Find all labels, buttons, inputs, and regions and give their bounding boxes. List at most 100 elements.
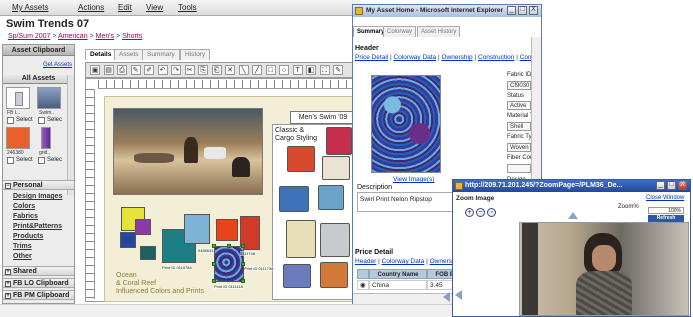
- menu-view[interactable]: View: [146, 3, 163, 12]
- print-icon[interactable]: ⎙: [117, 65, 127, 75]
- menu-my-assets[interactable]: My Assets: [12, 3, 48, 12]
- minimize-button[interactable]: _: [656, 181, 665, 190]
- minimize-button[interactable]: _: [507, 6, 516, 15]
- undo-icon[interactable]: ↶: [157, 65, 168, 75]
- personal-item-products[interactable]: Products: [13, 233, 43, 240]
- zoom-percent-select[interactable]: 100%: [648, 207, 684, 214]
- text-icon[interactable]: T: [292, 65, 303, 75]
- fabric-swirl-image[interactable]: [371, 75, 441, 173]
- zoom-window-titlebar[interactable]: http://209.71.201.245/?ZoomPage=/PLM36_D…: [453, 180, 690, 192]
- refresh-button[interactable]: Refresh: [648, 215, 684, 222]
- breadcrumb-item[interactable]: Shorts: [122, 33, 142, 40]
- close-button[interactable]: X: [529, 6, 538, 15]
- mens-swim-card[interactable]: Men's Swim '09: [290, 111, 356, 124]
- shorts-image[interactable]: [320, 223, 350, 257]
- personal-item-print-patterns[interactable]: Print&Patterns: [13, 223, 62, 230]
- asset-thumbnail[interactable]: [41, 127, 51, 149]
- select-checkbox[interactable]: [7, 117, 14, 124]
- pen-icon[interactable]: ✐: [144, 65, 154, 75]
- pencil-icon[interactable]: ✎: [333, 65, 343, 75]
- fiber-content-field[interactable]: [507, 164, 531, 173]
- asset-thumbnail[interactable]: [37, 87, 61, 109]
- shorts-image[interactable]: [287, 146, 315, 172]
- row-radio[interactable]: ◉: [357, 280, 369, 290]
- beach-photo[interactable]: [113, 108, 263, 195]
- link-colorway-data[interactable]: Colorway Data: [394, 54, 437, 61]
- resize-handle[interactable]: [212, 262, 216, 266]
- zoom-in-icon[interactable]: +: [465, 208, 474, 217]
- personal-item-colors[interactable]: Colors: [13, 203, 35, 210]
- fabric-id-field[interactable]: Cf9030: [507, 81, 531, 90]
- delete-icon[interactable]: ✕: [225, 65, 235, 75]
- tab-details[interactable]: Details: [85, 49, 117, 60]
- shorts-image[interactable]: [279, 186, 309, 212]
- select-checkbox[interactable]: [38, 157, 45, 164]
- maximize-button[interactable]: □: [518, 6, 527, 15]
- cut-icon[interactable]: ✂: [184, 65, 195, 75]
- menu-actions[interactable]: Actions: [78, 3, 104, 12]
- section-fb-pm-clipboard[interactable]: + FB PM Clipboard: [3, 290, 74, 300]
- view-images-link[interactable]: View Image(s): [393, 176, 434, 183]
- zoom-fit-icon[interactable]: ◦: [487, 208, 496, 217]
- pan-left-arrow-icon[interactable]: [455, 290, 462, 300]
- shorts-image[interactable]: [286, 220, 316, 258]
- resize-handle[interactable]: [227, 244, 231, 248]
- pan-up-arrow-icon[interactable]: [568, 212, 578, 219]
- fabric-type-select[interactable]: Woven: [507, 143, 531, 152]
- asset-thumbnail[interactable]: [6, 87, 30, 109]
- section-shared[interactable]: + Shared: [3, 266, 74, 276]
- resize-handle[interactable]: [241, 244, 245, 248]
- tab-summary[interactable]: Summary: [142, 49, 180, 60]
- tab-asset-history[interactable]: Asset History: [417, 26, 461, 37]
- personal-item-design-images[interactable]: Design Images: [13, 193, 62, 200]
- close-window-link[interactable]: Close Window: [646, 195, 684, 201]
- shorts-image[interactable]: [318, 185, 344, 210]
- status-select[interactable]: Active: [507, 101, 531, 110]
- edit-icon[interactable]: ✎: [130, 65, 141, 75]
- open-icon[interactable]: ▤: [103, 65, 114, 75]
- color-swatch[interactable]: [120, 232, 136, 248]
- fill-icon[interactable]: ◧: [306, 65, 316, 75]
- section-personal[interactable]: − Personal: [3, 180, 74, 190]
- select-checkbox[interactable]: [38, 117, 45, 124]
- tab-history[interactable]: History: [180, 49, 211, 60]
- shorts-image[interactable]: [322, 156, 350, 180]
- color-swatch[interactable]: [216, 219, 238, 241]
- copy-icon[interactable]: ⎘: [198, 65, 208, 75]
- color-swatch[interactable]: [135, 219, 151, 235]
- breadcrumb-item[interactable]: Men's: [96, 33, 114, 40]
- crop-icon[interactable]: ⛶: [319, 65, 330, 75]
- personal-item-fabrics[interactable]: Fabrics: [13, 213, 38, 220]
- rectangle-icon[interactable]: □: [265, 65, 276, 75]
- menu-tools[interactable]: Tools: [178, 3, 197, 12]
- all-assets-header[interactable]: All Assets: [3, 73, 74, 84]
- shorts-image[interactable]: [326, 127, 352, 155]
- asset-thumbnail[interactable]: [6, 127, 30, 149]
- link-header[interactable]: Header: [355, 258, 376, 265]
- paste-icon[interactable]: ⎗: [211, 65, 222, 75]
- tab-assets[interactable]: Assets: [114, 49, 144, 60]
- thumbnail-scrollbar[interactable]: [67, 75, 74, 195]
- link-colorway-data[interactable]: Colorway Data: [382, 258, 425, 265]
- personal-item-trims[interactable]: Trims: [13, 243, 32, 250]
- breadcrumb-item[interactable]: American: [58, 33, 88, 40]
- zoom-out-icon[interactable]: −: [476, 208, 485, 217]
- color-swatch[interactable]: [140, 246, 156, 260]
- link-price-detail[interactable]: Price Detail: [355, 54, 388, 61]
- link-ownership[interactable]: Ownership: [442, 54, 473, 61]
- tab-colorway[interactable]: Colorway: [383, 26, 417, 37]
- shorts-image[interactable]: [283, 264, 311, 288]
- shorts-image[interactable]: [320, 262, 348, 288]
- material-type-select[interactable]: Shell: [507, 122, 531, 131]
- link-construction[interactable]: Construction: [478, 54, 515, 61]
- section-fb-lo-clipboard[interactable]: + FB LO Clipboard: [3, 278, 74, 288]
- resize-handle[interactable]: [241, 279, 245, 283]
- get-assets-link[interactable]: Get Assets: [43, 62, 72, 68]
- redo-icon[interactable]: ↷: [171, 65, 181, 75]
- menu-edit[interactable]: Edit: [118, 3, 132, 12]
- ellipse-icon[interactable]: ○: [279, 65, 289, 75]
- scroll-left-arrow-icon[interactable]: [443, 292, 450, 302]
- zoomed-photo[interactable]: [519, 222, 689, 316]
- select-checkbox[interactable]: [7, 157, 14, 164]
- save-icon[interactable]: ▣: [90, 65, 100, 75]
